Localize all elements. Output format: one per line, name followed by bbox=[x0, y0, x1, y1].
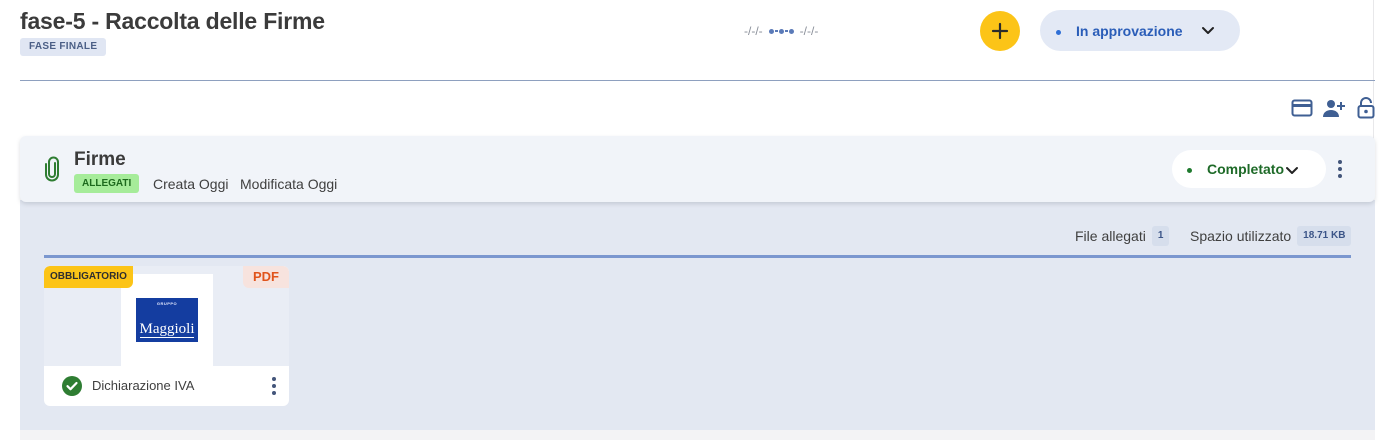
plus-icon bbox=[991, 22, 1009, 40]
chevron-down-icon bbox=[1286, 167, 1298, 174]
status-dot bbox=[1056, 29, 1061, 35]
space-value: 18.71 KB bbox=[1297, 226, 1352, 246]
files-count: 1 bbox=[1151, 226, 1170, 246]
space-stat: Spazio utilizzato 18.71 KB bbox=[1190, 226, 1352, 246]
files-label: File allegati bbox=[1075, 228, 1146, 244]
phase-badge: FASE FINALE bbox=[20, 38, 107, 56]
file-menu-button[interactable] bbox=[264, 374, 284, 398]
status-dot bbox=[1187, 168, 1192, 173]
status-select[interactable]: In approvazione bbox=[1040, 10, 1240, 51]
modified-label: Modificata Oggi bbox=[240, 176, 338, 192]
add-user-icon[interactable] bbox=[1322, 96, 1346, 120]
date-start: -/-/- bbox=[744, 24, 763, 38]
add-button[interactable] bbox=[980, 11, 1020, 51]
panel-title: Firme bbox=[74, 149, 126, 170]
panel-menu-button[interactable] bbox=[1330, 157, 1350, 181]
header-divider bbox=[20, 80, 1375, 81]
attachments-tag: ALLEGATI bbox=[74, 174, 140, 193]
credit-card-icon[interactable] bbox=[1290, 96, 1314, 120]
stats-divider bbox=[44, 255, 1351, 258]
timeline-icon bbox=[768, 28, 794, 34]
file-card[interactable]: GRUPPO Maggioli OBBLIGATORIO PDF Dichiar… bbox=[44, 266, 289, 406]
file-thumbnail: GRUPPO Maggioli bbox=[121, 274, 213, 366]
files-stat: File allegati 1 bbox=[1075, 226, 1170, 246]
chevron-down-icon bbox=[1202, 27, 1214, 34]
date-range: -/-/- -/-/- bbox=[744, 24, 818, 38]
date-end: -/-/- bbox=[799, 24, 819, 38]
maggioli-logo: GRUPPO Maggioli bbox=[136, 298, 198, 342]
created-label: Creata Oggi bbox=[153, 176, 229, 192]
bottom-strip bbox=[20, 430, 1375, 440]
unlock-icon[interactable] bbox=[1354, 96, 1378, 120]
file-type-badge: PDF bbox=[243, 266, 289, 288]
paperclip-icon bbox=[45, 156, 59, 182]
check-circle-icon bbox=[62, 376, 82, 396]
panel-status-select[interactable]: Completato bbox=[1172, 150, 1326, 188]
file-name: Dichiarazione IVA bbox=[92, 378, 195, 393]
required-badge: OBBLIGATORIO bbox=[44, 266, 133, 288]
space-label: Spazio utilizzato bbox=[1190, 228, 1292, 244]
status-label: In approvazione bbox=[1076, 22, 1183, 39]
page-title: fase-5 - Raccolta delle Firme bbox=[20, 8, 325, 34]
toolbar bbox=[1290, 96, 1378, 120]
panel-status-label: Completato bbox=[1207, 161, 1284, 177]
